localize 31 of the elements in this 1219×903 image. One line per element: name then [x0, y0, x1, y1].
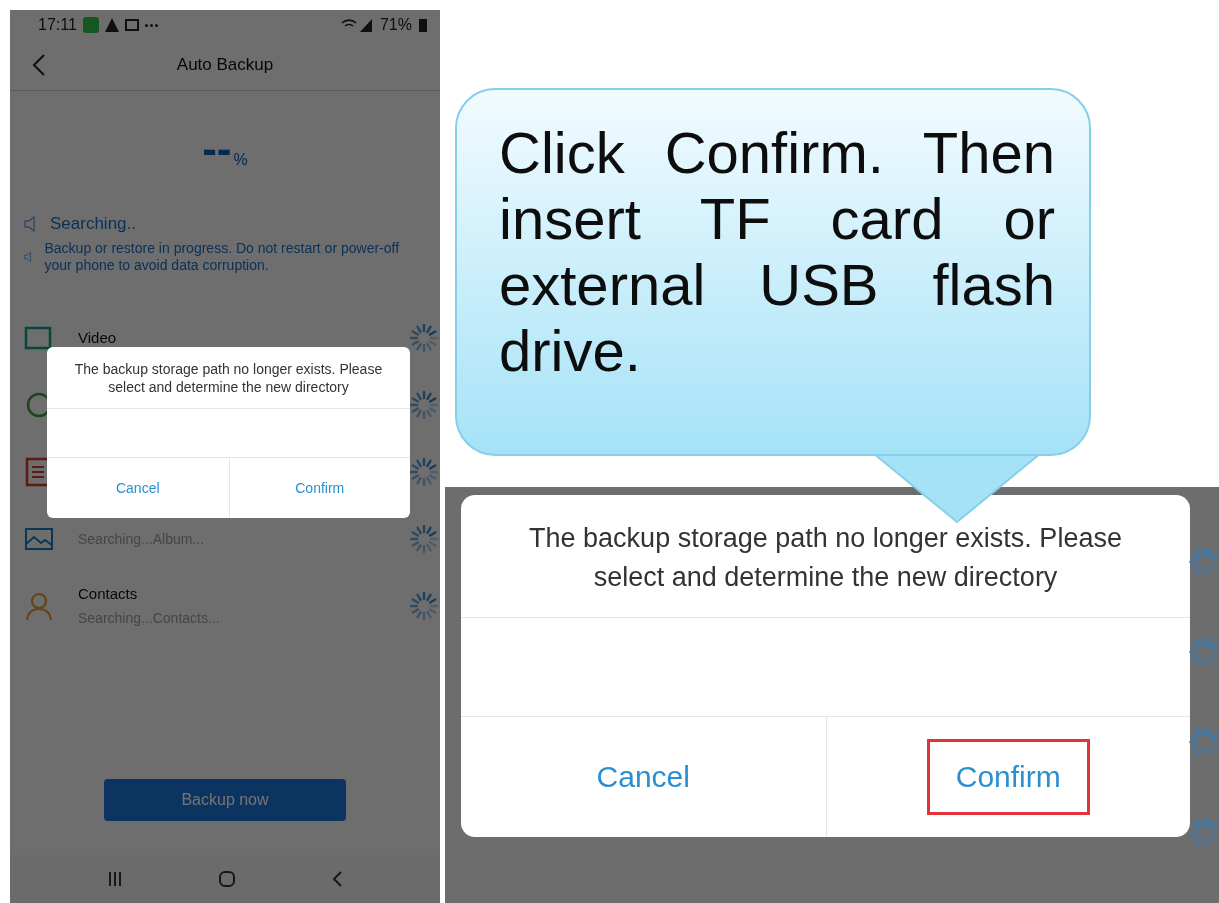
spinner-icon — [1189, 727, 1219, 757]
progress-unit: % — [233, 151, 248, 169]
back-icon[interactable] — [330, 870, 343, 888]
progress-value: -- — [202, 129, 232, 169]
app-notification-icon — [82, 17, 99, 33]
battery-icon — [418, 17, 428, 33]
dialog-button[interactable]: Cancel — [104, 473, 171, 503]
spinner-icon — [1189, 547, 1219, 577]
spinner-icon — [1189, 817, 1219, 847]
item-title: Contacts — [78, 585, 139, 602]
backup-now-button[interactable]: Backup now — [104, 779, 346, 821]
home-icon[interactable] — [218, 870, 236, 888]
dialog-button[interactable]: Cancel — [567, 739, 719, 816]
more-icon — [144, 23, 158, 27]
battery-level: 71% — [379, 16, 412, 34]
screen-title: Auto Backup — [176, 55, 274, 75]
person-icon — [24, 590, 54, 621]
item-title: Video — [78, 329, 118, 346]
warning-icon — [104, 18, 119, 32]
image-notification-icon — [124, 19, 139, 31]
dialog-button[interactable]: Confirm — [284, 473, 356, 503]
signal-icon — [339, 17, 374, 33]
status-time: 17:11 — [38, 16, 77, 34]
back-icon[interactable] — [32, 54, 46, 76]
notice-text: Searching.. — [50, 215, 136, 232]
spinner-icon — [1189, 637, 1219, 667]
recent-apps-icon[interactable] — [107, 871, 124, 887]
notice-text: Backup or restore in progress. Do not restart or power-off your phone to avoid data corruption. — [44, 240, 401, 274]
dialog-message: The backup storage path no longer exists. Please select and determine the new directory — [47, 347, 410, 409]
highlighted-dialog-button[interactable]: Confirm — [926, 739, 1090, 816]
callout-text: Click Confirm. Then insert TF card or external USB flash drive. — [499, 120, 1055, 384]
